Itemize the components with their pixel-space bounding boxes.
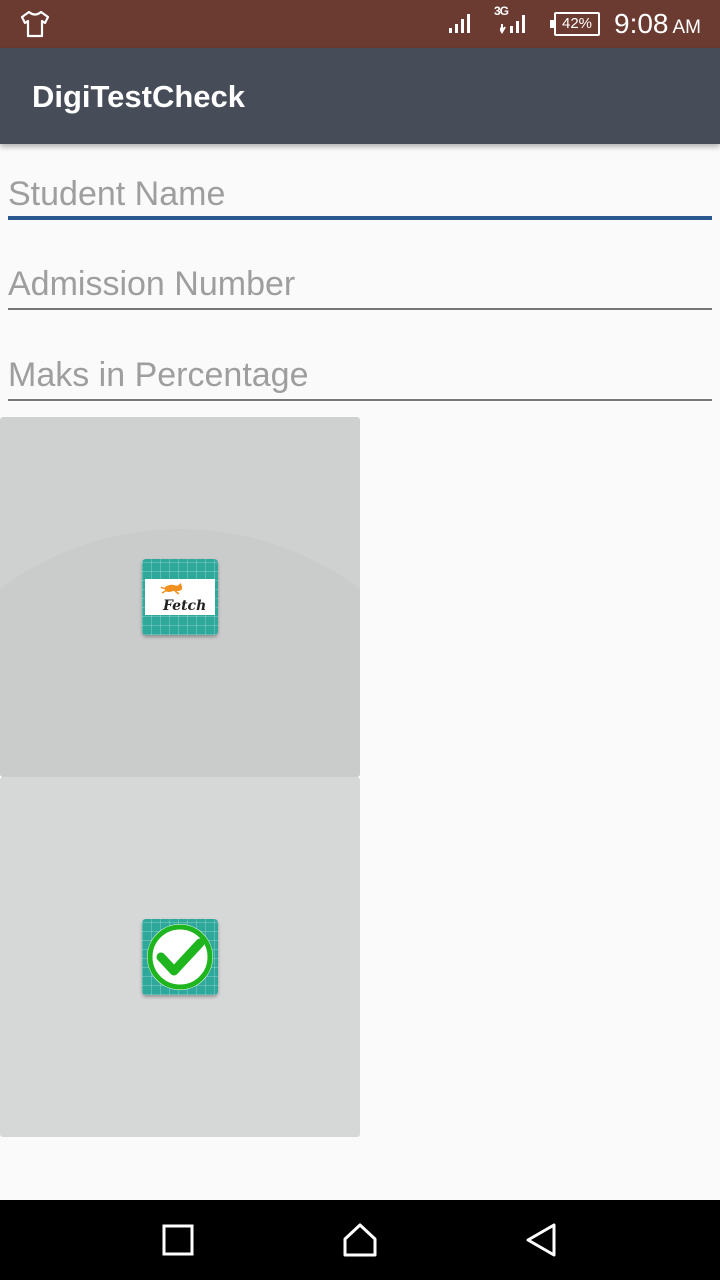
- fetch-logo-icon: Fetch: [142, 559, 218, 635]
- clock: 9:08 AM: [614, 8, 701, 40]
- student-name-underline: [8, 216, 712, 220]
- student-name-input[interactable]: [8, 160, 712, 220]
- 3g-signal-icon: [500, 15, 525, 34]
- admission-number-underline: [8, 308, 712, 310]
- battery-icon: 42%: [550, 12, 600, 36]
- admission-number-field-container: [8, 250, 712, 320]
- signal-icon: [449, 14, 470, 33]
- dog-icon: Fetch: [160, 583, 206, 614]
- admission-number-input[interactable]: [8, 250, 712, 310]
- battery-level: 42%: [561, 15, 593, 32]
- marks-field-container: [8, 341, 712, 411]
- app-title: DigiTestCheck: [32, 79, 246, 114]
- status-bar: 3G 42% 9:08 AM: [0, 0, 720, 48]
- shirt-icon: [20, 10, 50, 38]
- clock-time: 9:08: [614, 8, 669, 39]
- student-name-field-container: [8, 160, 712, 230]
- marks-underline: [8, 399, 712, 401]
- fetch-logo-card: Fetch: [145, 579, 215, 615]
- home-icon[interactable]: [340, 1220, 380, 1260]
- fetch-logo-text: Fetch: [162, 598, 206, 614]
- fetch-button[interactable]: Fetch: [0, 417, 360, 777]
- submit-check-button[interactable]: [0, 777, 360, 1137]
- green-check-icon: [142, 919, 218, 995]
- app-bar: DigiTestCheck: [0, 48, 720, 144]
- check-mark-icon: [147, 924, 213, 990]
- back-icon[interactable]: [522, 1220, 562, 1260]
- clock-ampm: AM: [672, 17, 702, 38]
- navigation-bar: [0, 1200, 720, 1280]
- marks-percentage-input[interactable]: [8, 341, 712, 401]
- recents-square-icon[interactable]: [158, 1220, 198, 1260]
- screen: 3G 42% 9:08 AM DigiTestCheck Student Nam…: [0, 0, 720, 1280]
